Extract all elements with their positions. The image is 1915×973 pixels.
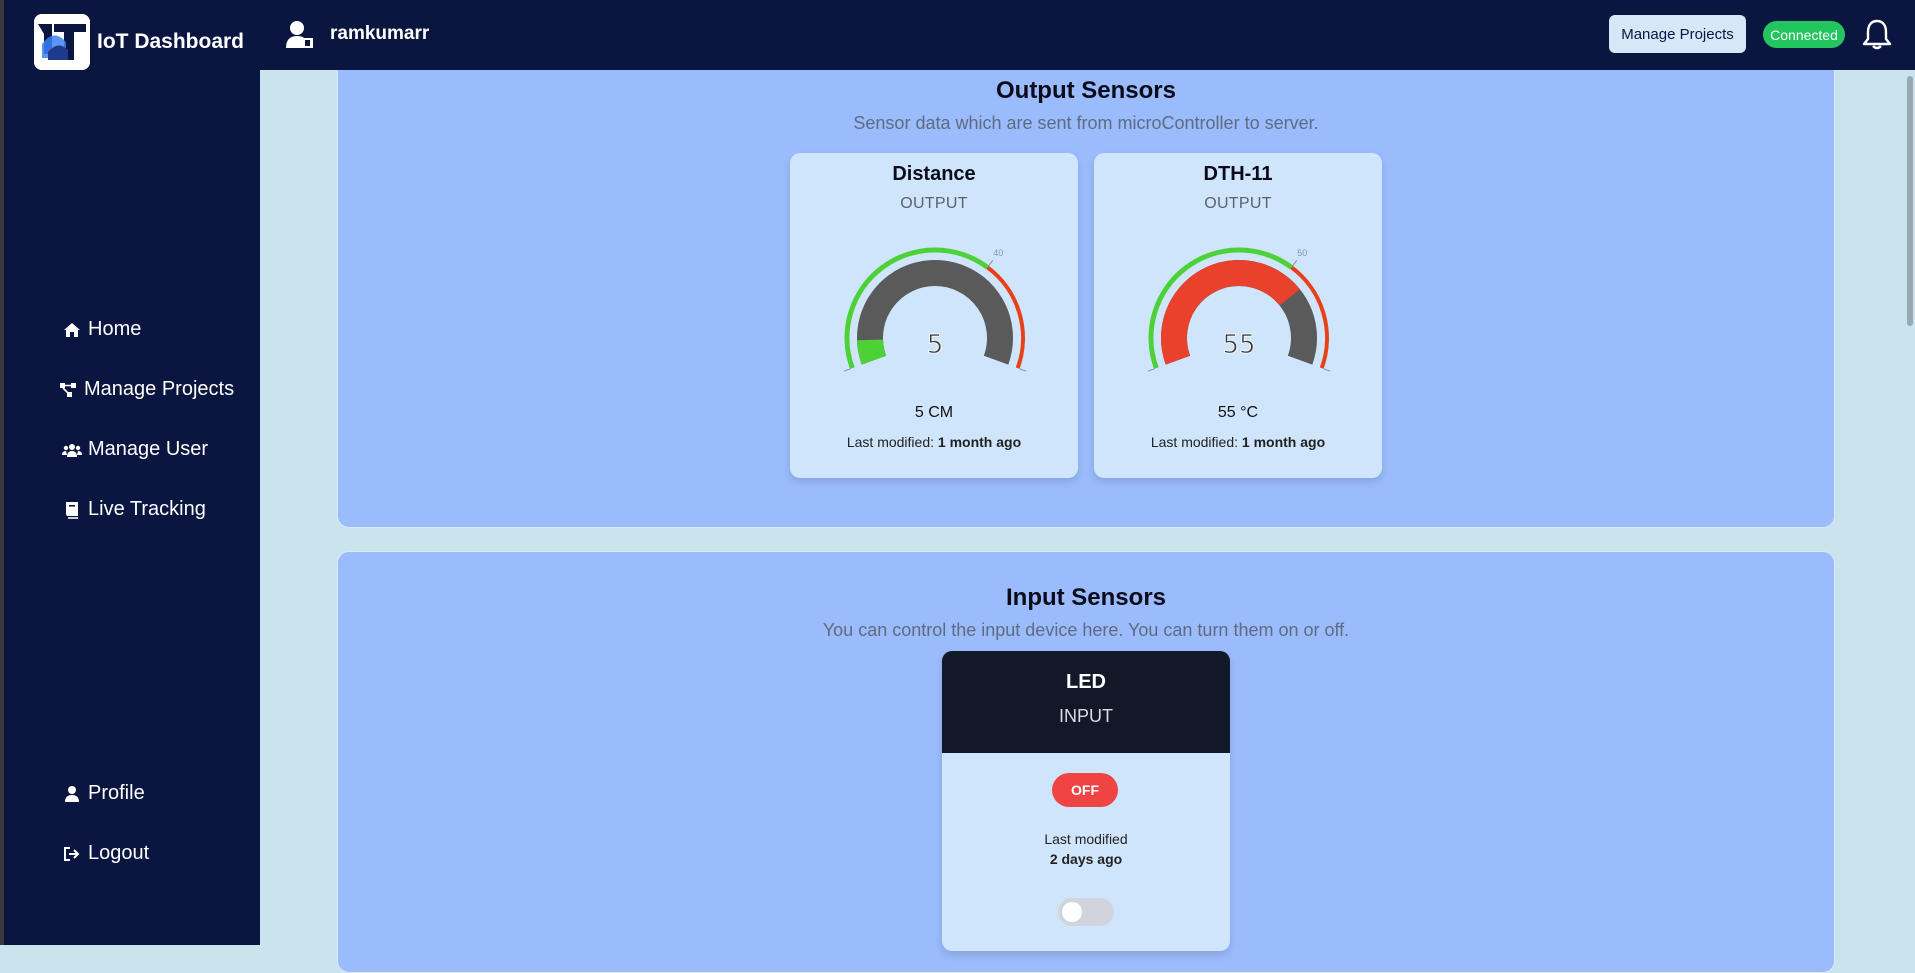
sensor-name: DTH-11 (1094, 163, 1382, 186)
sidebar-item-label: Manage User (88, 438, 208, 461)
gauge-dth11: 0507555 (1144, 243, 1334, 393)
gauge-tick (1020, 369, 1027, 371)
scroll-thumb[interactable] (1907, 76, 1913, 326)
last-modified-value: 1 month ago (938, 434, 1021, 450)
app-logo[interactable] (34, 14, 90, 70)
users-icon (62, 442, 82, 458)
sidebar: Home Manage Projects Manage User Live Tr… (4, 70, 260, 945)
last-modified-value: 1 month ago (1242, 434, 1325, 450)
section-title: Output Sensors (338, 77, 1834, 105)
user-shield-icon (286, 20, 314, 55)
gauge-center-value: 55 (1222, 330, 1255, 360)
section-subtitle: Sensor data which are sent from microCon… (338, 113, 1834, 134)
sidebar-item-label: Profile (88, 782, 145, 805)
sidebar-item-manage-projects[interactable]: Manage Projects (58, 378, 234, 401)
sidebar-item-logout[interactable]: Logout (62, 842, 149, 865)
gauge-tick-label: 40 (993, 248, 1003, 258)
device-card-led: LED INPUT OFF Last modified 2 days ago (942, 651, 1230, 951)
sidebar-item-label: Logout (88, 842, 149, 865)
username: ramkumarr (330, 23, 429, 45)
sidebar-item-manage-user[interactable]: Manage User (62, 438, 208, 461)
manage-projects-button[interactable]: Manage Projects (1609, 15, 1746, 53)
sidebar-item-label: Live Tracking (88, 498, 206, 521)
bell-icon[interactable] (1862, 18, 1892, 55)
gauge-tick-label: 50 (1297, 248, 1307, 258)
connection-status-badge: Connected (1763, 21, 1845, 48)
logout-icon (62, 846, 82, 862)
gauge-center-value: 5 (927, 330, 944, 360)
device-state-button[interactable]: OFF (1052, 773, 1118, 807)
home-icon (62, 322, 82, 338)
sidebar-item-profile[interactable]: Profile (62, 782, 145, 805)
gauge-tick (1148, 369, 1155, 371)
top-bar: IoT Dashboard ramkumarr Manage Projects … (0, 0, 1915, 70)
device-toggle-switch[interactable] (1058, 898, 1114, 926)
app-title: IoT Dashboard (97, 30, 244, 54)
toggle-knob (1062, 902, 1082, 922)
last-modified-label: Last modified: (847, 434, 934, 450)
user-icon (62, 785, 82, 803)
sensor-reading: 5 CM (790, 404, 1078, 422)
section-title: Input Sensors (338, 584, 1834, 612)
device-type: INPUT (942, 706, 1230, 727)
device-card-header: LED INPUT (942, 651, 1230, 753)
book-icon (62, 501, 82, 519)
sidebar-item-home[interactable]: Home (62, 318, 141, 341)
sidebar-item-label: Home (88, 318, 141, 341)
last-modified: Last modified: 1 month ago (1094, 434, 1382, 450)
sensor-card-dth11[interactable]: DTH-11 OUTPUT 0507555 55 °C Last modifie… (1094, 153, 1382, 478)
sensor-reading: 55 °C (1094, 404, 1382, 422)
last-modified: Last modified: 1 month ago (790, 434, 1078, 450)
sidebar-item-live-tracking[interactable]: Live Tracking (62, 498, 206, 521)
last-modified-value: 2 days ago (942, 851, 1230, 867)
gauge-tick (989, 260, 993, 266)
gauge-tick (1293, 260, 1297, 266)
sensor-card-distance[interactable]: Distance OUTPUT 040605 5 CM Last modifie… (790, 153, 1078, 478)
device-name: LED (942, 671, 1230, 694)
gauge-tick (844, 369, 851, 371)
project-tree-icon (58, 382, 78, 398)
gauge-value-fill (870, 340, 874, 360)
gauge-tick (1324, 369, 1331, 371)
window-edge (0, 0, 4, 945)
sensor-type: OUTPUT (790, 195, 1078, 213)
section-subtitle: You can control the input device here. Y… (338, 620, 1834, 641)
last-modified-label: Last modified: (1151, 434, 1238, 450)
gauge-distance: 040605 (840, 243, 1030, 393)
scrollbar[interactable] (1905, 70, 1915, 945)
last-modified-label: Last modified (942, 831, 1230, 847)
sensor-name: Distance (790, 163, 1078, 186)
sidebar-item-label: Manage Projects (84, 378, 234, 401)
output-sensors-section: Output Sensors Sensor data which are sen… (337, 40, 1835, 528)
sensor-type: OUTPUT (1094, 195, 1382, 213)
